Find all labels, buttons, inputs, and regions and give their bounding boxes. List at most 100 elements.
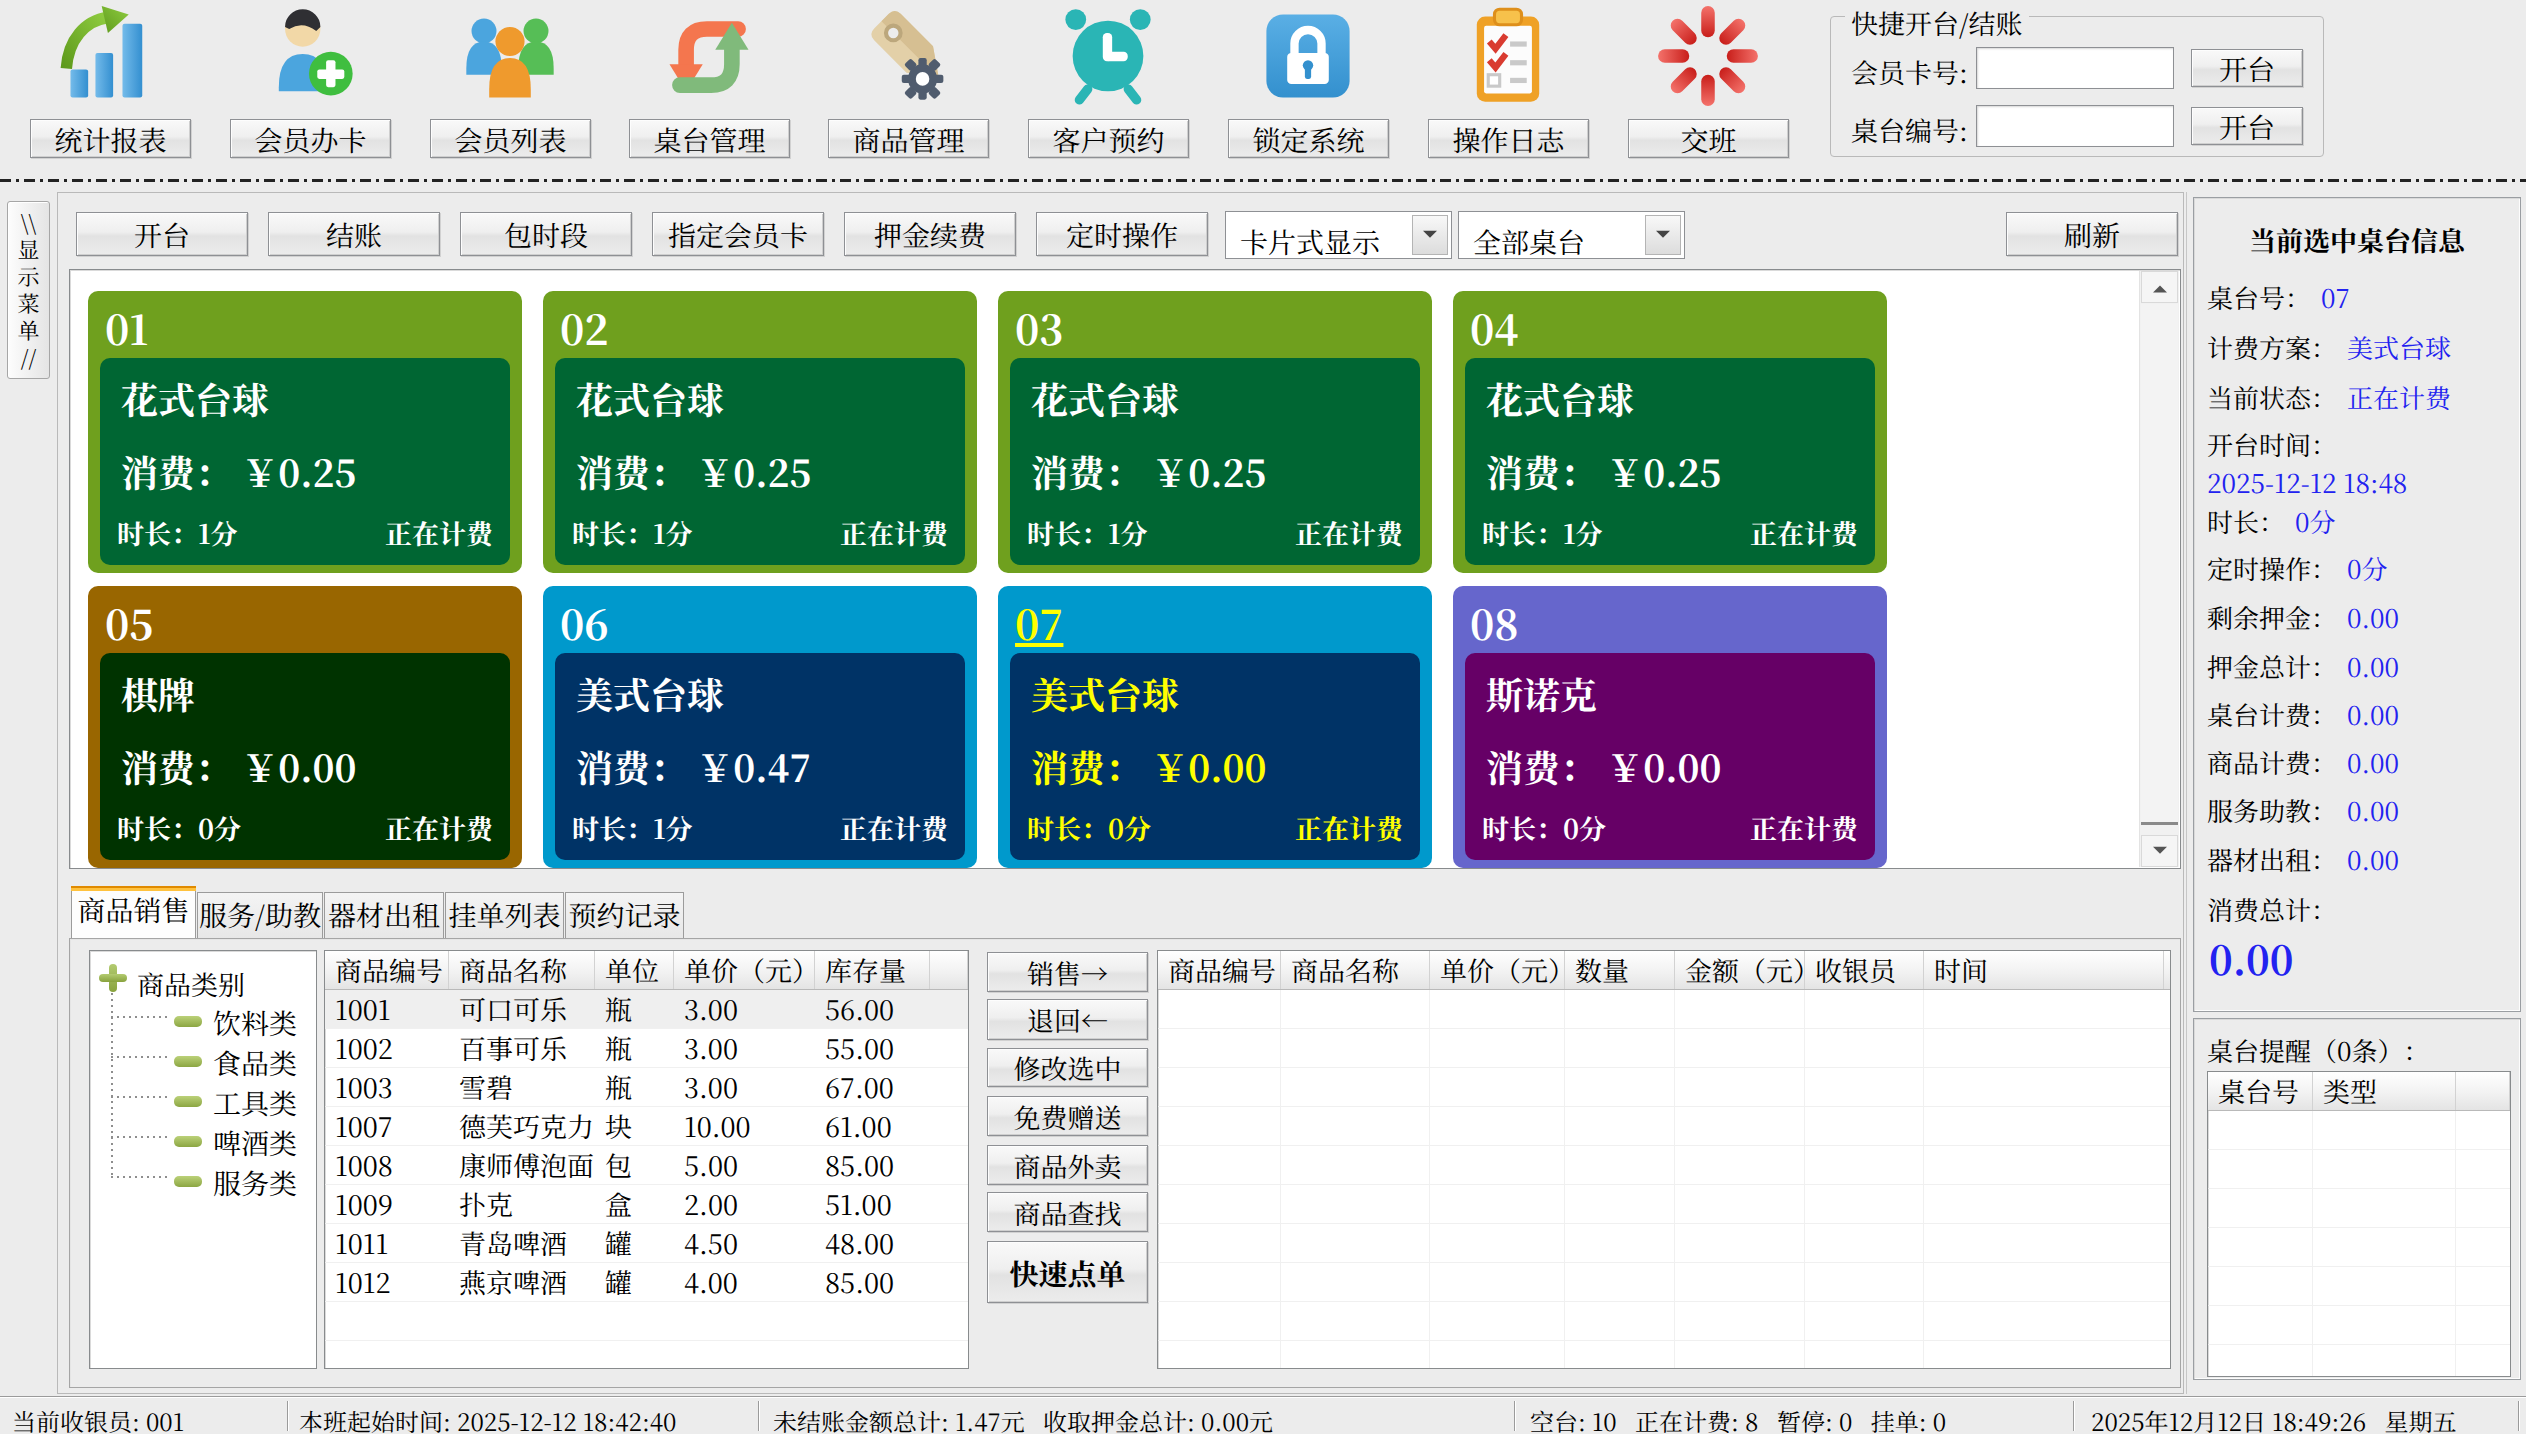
table-toolbar-button-4[interactable]: 押金续费 [844,212,1016,256]
sale-col-header[interactable]: 收银员 [1805,951,1924,989]
tab-0[interactable]: 商品销售 [71,886,196,938]
reminder-table[interactable]: 桌台号类型 [2207,1071,2511,1377]
tab-4[interactable]: 预约记录 [565,892,684,938]
tree-node-4[interactable]: 服务类 [213,1162,297,1202]
table-card-06[interactable]: 06 美式台球 消费： ￥0.47 时长：1分 正在计费 [543,586,977,868]
reminder-col-header[interactable]: 桌台号 [2208,1072,2313,1110]
tab-1[interactable]: 服务/助教 [197,892,323,938]
sale-cell [1805,990,1924,1028]
table-card-03[interactable]: 03 花式台球 消费： ￥0.25 时长：1分 正在计费 [998,291,1432,573]
stats-report-button[interactable]: 统计报表 [30,119,191,158]
product-row-1012[interactable]: 1012燕京啤酒罐4.0085.00 [325,1263,968,1302]
free-gift-button[interactable]: 免费赠送 [987,1096,1148,1136]
info-label: 器材出租： [2207,840,2337,877]
modify-selected-button[interactable]: 修改选中 [987,1048,1148,1087]
tree-node-2[interactable]: 工具类 [213,1082,297,1122]
tree-root-icon[interactable] [98,963,128,993]
product-col-header[interactable]: 单价（元） [674,951,815,989]
product-row-1003[interactable]: 1003雪碧瓶3.0067.00 [325,1068,968,1107]
table-card-05[interactable]: 05 棋牌 消费： ￥0.00 时长：0分 正在计费 [88,586,522,868]
tab-2[interactable]: 器材出租 [324,892,444,938]
table-toolbar-button-5[interactable]: 定时操作 [1036,212,1208,256]
table-toolbar-button-2[interactable]: 包时段 [460,212,632,256]
product-table[interactable]: 商品编号商品名称单位单价（元）库存量1001可口可乐瓶3.0056.001002… [324,950,969,1369]
table-no-open-button[interactable]: 开台 [2191,107,2303,145]
selected-table-info-panel: 当前选中桌台信息 桌台号：07 计费方案：美式台球 当前状态：正在计费 开台时间… [2193,197,2521,1012]
member-list-button[interactable]: 会员列表 [430,119,591,158]
sale-col-header[interactable]: 单价（元） [1430,951,1565,989]
sale-col-header[interactable]: 商品编号 [1158,951,1281,989]
takeout-button[interactable]: 商品外卖 [987,1145,1148,1185]
view-mode-select[interactable]: 卡片式显示 [1225,211,1452,259]
button-label: 商品管理 [852,119,964,159]
tree-node-0[interactable]: 饮料类 [213,1002,297,1042]
product-col-header[interactable]: 单位 [595,951,674,989]
sale-table[interactable]: 商品编号商品名称单价（元）数量金额（元）收银员时间 [1157,950,2171,1369]
sale-col-header[interactable]: 时间 [1924,951,2164,989]
table-toolbar-button-1[interactable]: 结账 [268,212,440,256]
product-row-1007[interactable]: 1007德芙巧克力块10.0061.00 [325,1107,968,1146]
table-card-name: 花式台球 [1031,371,1179,425]
sale-col-header[interactable]: 数量 [1565,951,1675,989]
table-toolbar-button-3[interactable]: 指定会员卡 [652,212,824,256]
scroll-up-icon[interactable] [2141,271,2178,303]
chevron-down-icon[interactable] [1645,215,1681,255]
product-cell: 百事可乐 [449,1029,595,1067]
info-label: 桌台号： [2207,278,2311,315]
appointment-button[interactable]: 客户预约 [1028,119,1189,158]
button-label: 开台 [134,214,190,254]
show-menu-tab[interactable]: \\显示菜单// [7,201,50,379]
sale-cell [1565,1263,1675,1301]
return-button[interactable]: 退回← [987,999,1148,1040]
product-row-1001[interactable]: 1001可口可乐瓶3.0056.00 [325,990,968,1029]
toolbar-item-lock-system: 锁定系统 [1228,0,1388,170]
toolbar-item-table-manage: 桌台管理 [629,0,789,170]
product-search-button[interactable]: 商品查找 [987,1192,1148,1232]
table-card-07[interactable]: 07 美式台球 消费： ￥0.00 时长：0分 正在计费 [998,586,1432,868]
info-row-table-fee: 桌台计费：0.00 [2207,695,2399,732]
table-card-08[interactable]: 08 斯诺克 消费： ￥0.00 时长：0分 正在计费 [1453,586,1887,868]
sale-cell [1281,1224,1430,1262]
operation-log-button[interactable]: 操作日志 [1428,119,1589,158]
tree-node-3[interactable]: 啤酒类 [213,1122,297,1162]
quick-order-button[interactable]: 快速点单 [987,1241,1148,1303]
member-card-input[interactable] [1976,47,2174,89]
product-row-1002[interactable]: 1002百事可乐瓶3.0055.00 [325,1029,968,1068]
vertical-scrollbar[interactable] [2139,271,2179,867]
scrollbar-thumb[interactable] [2141,304,2178,825]
product-row-1008[interactable]: 1008康师傅泡面包5.0085.00 [325,1146,968,1185]
scroll-down-icon[interactable] [2141,835,2178,867]
chevron-down-icon[interactable] [1412,215,1448,255]
table-no-input[interactable] [1976,105,2174,147]
table-filter-select[interactable]: 全部桌台 [1458,211,1685,259]
button-label: 交班 [1680,119,1736,159]
product-manage-button[interactable]: 商品管理 [828,119,989,158]
tree-node-1[interactable]: 食品类 [213,1042,297,1082]
product-col-header[interactable]: 库存量 [815,951,930,989]
product-col-header[interactable]: 商品编号 [325,951,449,989]
table-card-04[interactable]: 04 花式台球 消费： ￥0.25 时长：1分 正在计费 [1453,291,1887,573]
product-row-1009[interactable]: 1009扑克盒2.0051.00 [325,1185,968,1224]
refresh-button[interactable]: 刷新 [2006,212,2178,256]
table-card-number: 01 [105,298,148,357]
product-row-1011[interactable]: 1011青岛啤酒罐4.5048.00 [325,1224,968,1263]
product-col-header[interactable]: 商品名称 [449,951,595,989]
lock-system-button[interactable]: 锁定系统 [1228,119,1389,158]
shift-change-button[interactable]: 交班 [1628,119,1789,158]
tree-connector [111,1056,171,1058]
table-toolbar-button-0[interactable]: 开台 [76,212,248,256]
info-label: 消费总计： [2207,890,2337,927]
button-label: 桌台管理 [653,119,765,159]
sell-button[interactable]: 销售→ [987,952,1148,992]
table-card-01[interactable]: 01 花式台球 消费： ￥0.25 时长：1分 正在计费 [88,291,522,573]
reminder-col-header[interactable]: 类型 [2313,1072,2456,1110]
table-card-02[interactable]: 02 花式台球 消费： ￥0.25 时长：1分 正在计费 [543,291,977,573]
sale-col-header[interactable]: 金额（元） [1675,951,1805,989]
tab-3[interactable]: 挂单列表 [445,892,564,938]
sale-col-header[interactable]: 商品名称 [1281,951,1430,989]
member-add-button[interactable]: 会员办卡 [230,119,391,158]
sale-cell [1158,1029,1281,1067]
product-cell: 康师傅泡面 [449,1146,595,1184]
table-manage-button[interactable]: 桌台管理 [629,119,790,158]
member-card-open-button[interactable]: 开台 [2191,49,2303,87]
